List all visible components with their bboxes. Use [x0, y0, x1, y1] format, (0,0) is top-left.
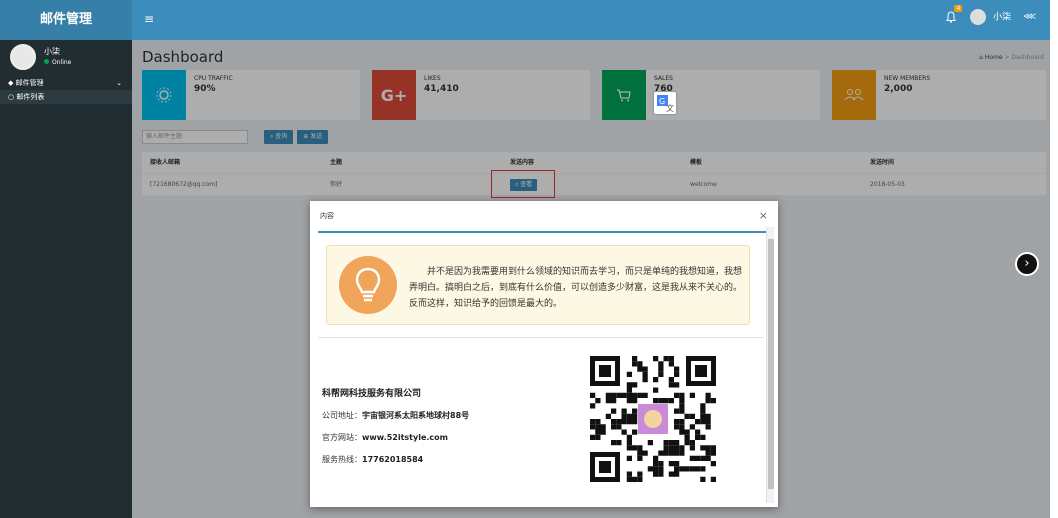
close-icon[interactable]: ×: [759, 209, 768, 222]
company-info: 科帮网科技服务有限公司 公司地址：宇宙银河系太阳系地球村88号 官方网站：www…: [318, 337, 764, 505]
address-value: 宇宙银河系太阳系地球村88号: [362, 411, 470, 420]
sidebar-avatar: [10, 44, 36, 70]
modal-body: 并不是因为我需要用到什么领域的知识而去学习，而只是单纯的我想知道，我想弄明白。搞…: [318, 235, 764, 505]
modal-title: 内容: [320, 212, 334, 220]
svg-text:G: G: [659, 97, 665, 106]
bell-icon: [946, 11, 957, 23]
notification-badge: 4: [954, 5, 963, 12]
company-address: 公司地址：宇宙银河系太阳系地球村88号: [322, 410, 469, 421]
sidebar-subitem-label: 邮件列表: [16, 93, 45, 101]
website-label: 官方网站：: [322, 433, 362, 442]
dashboard-icon: ◆: [8, 79, 16, 87]
translate-icon[interactable]: G文: [654, 92, 676, 114]
sidebar-user-name: 小柒: [44, 47, 60, 56]
notice-text: 并不是因为我需要用到什么领域的知识而去学习，而只是单纯的我想知道，我想弄明白。搞…: [409, 267, 743, 309]
sidebar-toggle-icon[interactable]: ≡: [144, 12, 154, 26]
scrollbar-thumb[interactable]: [768, 239, 774, 489]
next-arrow-icon[interactable]: ›: [1015, 252, 1039, 276]
company-website: 官方网站：www.52itstyle.com: [322, 432, 448, 443]
sidebar-user-status: Online: [44, 59, 71, 66]
svg-text:文: 文: [666, 103, 674, 113]
user-panel: 小柒 Online: [0, 40, 132, 76]
sidebar-item-mail-list[interactable]: ○ 邮件列表: [0, 90, 132, 104]
online-dot-icon: [44, 59, 49, 64]
notice-box: 并不是因为我需要用到什么领域的知识而去学习，而只是单纯的我想知道，我想弄明白。搞…: [326, 245, 750, 325]
app-root: 邮件管理 ≡ 4 小柒 ⋘ 小柒 Online ◆ 邮件管理 ⌄ ○ 邮件列表 …: [0, 0, 1058, 518]
chevron-down-icon: ⌄: [116, 79, 122, 87]
user-name-label: 小柒: [993, 12, 1012, 23]
app-brand[interactable]: 邮件管理: [0, 0, 132, 40]
hotline-label: 服务热线：: [322, 455, 362, 464]
website-value[interactable]: www.52itstyle.com: [362, 433, 448, 442]
top-navbar: 邮件管理 ≡ 4 小柒 ⋘: [0, 0, 1050, 40]
share-icon[interactable]: ⋘: [1023, 12, 1036, 22]
status-label: Online: [52, 59, 72, 66]
hotline-value: 17762018584: [362, 455, 424, 464]
notification-bell-icon[interactable]: 4: [944, 5, 963, 24]
sidebar: 小柒 Online ◆ 邮件管理 ⌄ ○ 邮件列表: [0, 40, 132, 518]
lightbulb-icon: [339, 256, 397, 314]
company-hotline: 服务热线：17762018584: [322, 454, 423, 465]
qr-code-image: [582, 348, 724, 490]
address-label: 公司地址：: [322, 411, 362, 420]
company-name: 科帮网科技服务有限公司: [322, 389, 422, 399]
avatar: [970, 9, 987, 25]
sidebar-item-mail-management[interactable]: ◆ 邮件管理 ⌄: [0, 76, 132, 90]
navbar-right: 4 小柒 ⋘: [944, 5, 1036, 25]
content-modal: 内容 × 并不是因为我需要用到什么领域的知识而去学习，而只是单纯的我想知道，我想…: [310, 201, 778, 507]
sidebar-item-label: 邮件管理: [15, 79, 44, 87]
modal-divider: [318, 231, 768, 233]
modal-scrollbar[interactable]: [766, 227, 774, 503]
user-menu[interactable]: 小柒: [970, 9, 1011, 25]
